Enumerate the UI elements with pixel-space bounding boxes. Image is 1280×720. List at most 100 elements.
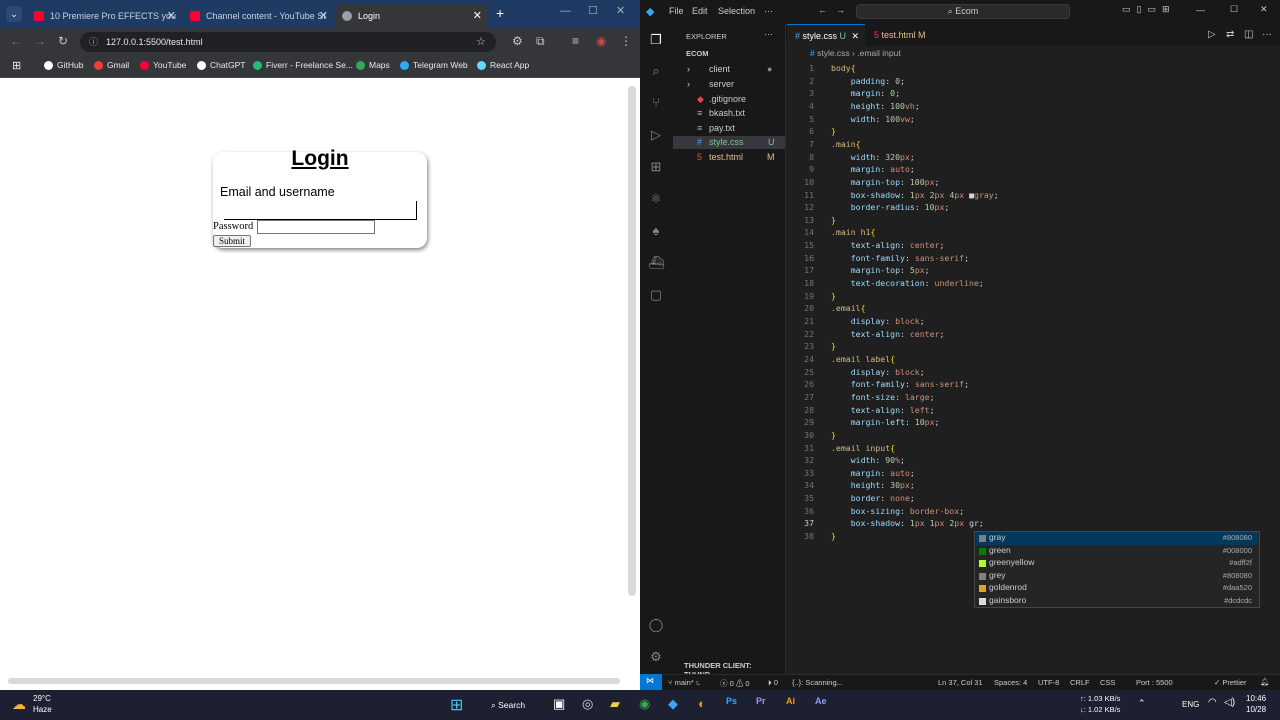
breadcrumb-file[interactable]: style.css: [817, 48, 850, 58]
settings-gear-icon[interactable]: ⚙: [648, 649, 664, 665]
file-explorer-icon[interactable]: ▰: [610, 696, 620, 712]
reload-icon[interactable]: ↻: [58, 34, 68, 48]
file-item[interactable]: › server: [687, 79, 734, 89]
prettier-status[interactable]: ✓ Prettier: [1214, 678, 1247, 687]
bookmark-github[interactable]: GitHub: [44, 60, 83, 70]
browser-tab-active[interactable]: Login ✕: [336, 4, 488, 28]
notifications-icon[interactable]: 🔔︎: [1260, 677, 1270, 686]
bookmark-star-icon[interactable]: ☆: [476, 32, 486, 52]
explorer-icon[interactable]: ❐: [648, 32, 664, 48]
clock-time[interactable]: 10:46: [1246, 694, 1266, 703]
minimize-button[interactable]: —: [1196, 5, 1205, 15]
eol-status[interactable]: CRLF: [1070, 678, 1090, 687]
address-bar[interactable]: ⓘ 127.0.0.1:5500/test.html ☆: [80, 32, 496, 52]
branch-status[interactable]: ⑂ main* ↻: [668, 678, 700, 687]
extensions-icon[interactable]: ⊞: [648, 159, 664, 175]
copilot-icon[interactable]: ◎: [582, 696, 593, 712]
command-center-search[interactable]: ⌕ Ecom: [856, 4, 1070, 19]
file-item-selected[interactable]: # style.css U: [697, 137, 775, 147]
tasks-status[interactable]: ⏵ 0: [768, 678, 778, 688]
close-tab-icon[interactable]: ✕: [319, 9, 328, 22]
language-status[interactable]: CSS: [1100, 678, 1115, 687]
react-icon[interactable]: ⚛: [648, 191, 664, 207]
task-view-icon[interactable]: ▣: [553, 696, 565, 712]
editor-more-icon[interactable]: ···: [1262, 29, 1272, 40]
bookmark-telegram[interactable]: Telegram Web: [400, 60, 468, 70]
photoshop-icon[interactable]: Ps: [726, 696, 737, 706]
indentation-status[interactable]: Spaces: 4: [994, 678, 1027, 687]
bookmark-fiverr[interactable]: Fiverr - Freelance Se...: [253, 60, 353, 70]
wifi-icon[interactable]: ◠: [1208, 697, 1217, 708]
back-icon[interactable]: ←: [10, 34, 22, 48]
close-tab-icon[interactable]: ✕: [473, 9, 482, 22]
suggestion-item[interactable]: gainsboro #dcdcdc: [976, 595, 1258, 608]
layout-icons[interactable]: ▭▯▭⊞: [1122, 4, 1176, 15]
weather-temp[interactable]: 29°C: [33, 694, 51, 703]
editor-tab-active[interactable]: # style.css U ✕: [787, 24, 865, 46]
bookmark-youtube[interactable]: YouTube: [140, 60, 186, 70]
vscode-icon[interactable]: ◆: [668, 696, 678, 712]
file-item[interactable]: ≡ bkash.txt: [697, 108, 745, 118]
editor-tab[interactable]: 5 test.html M: [866, 24, 948, 46]
bookmark-maps[interactable]: Maps: [356, 60, 390, 70]
suggestion-item[interactable]: goldenrod #daa520: [976, 582, 1258, 595]
extensions-icon[interactable]: ⚙: [512, 34, 523, 48]
email-input[interactable]: [224, 201, 417, 220]
forward-icon[interactable]: →: [34, 34, 46, 48]
remote-explorer-icon[interactable]: ▢: [648, 287, 664, 303]
workspace-root[interactable]: ECOM: [686, 49, 709, 58]
blender-icon[interactable]: ◐: [698, 696, 706, 711]
docker-icon[interactable]: ⛴: [648, 255, 665, 271]
illustrator-icon[interactable]: Ai: [786, 696, 795, 706]
clock-date[interactable]: 10/28: [1246, 705, 1266, 714]
suggestion-item[interactable]: greenyellow #adff2f: [976, 557, 1258, 570]
source-control-icon[interactable]: ⑂: [648, 95, 664, 111]
live-server-port[interactable]: Port : 5500: [1136, 678, 1173, 687]
profile-icon[interactable]: ◉: [596, 34, 606, 48]
encoding-status[interactable]: UTF-8: [1038, 678, 1059, 687]
puzzle-icon[interactable]: ⧉: [536, 34, 545, 49]
file-item[interactable]: 5 test.html M: [697, 152, 775, 162]
close-window-button[interactable]: ✕: [1260, 4, 1268, 15]
explorer-more-icon[interactable]: ···: [764, 29, 773, 39]
volume-icon[interactable]: ◁): [1224, 697, 1235, 708]
split-editor-icon[interactable]: ◫: [1244, 29, 1253, 40]
problems-status[interactable]: ⓧ 0 ⚠ 0: [720, 678, 750, 689]
suggestion-item[interactable]: green #008000: [976, 545, 1258, 558]
menu-icon[interactable]: ≡: [572, 34, 579, 48]
menu-more[interactable]: ···: [764, 6, 773, 16]
breadcrumb-symbol[interactable]: .email input: [857, 48, 900, 58]
close-tab-icon[interactable]: ✕: [851, 25, 859, 47]
run-debug-icon[interactable]: ▷: [648, 127, 664, 143]
chrome-icon[interactable]: ◉: [639, 696, 650, 712]
apps-icon[interactable]: ⊞: [12, 59, 21, 72]
menu-file[interactable]: File: [669, 6, 684, 16]
bookmark-gmail[interactable]: Gmail: [94, 60, 129, 70]
after-effects-icon[interactable]: Ae: [815, 696, 827, 706]
maximize-button[interactable]: ☐: [1230, 4, 1238, 15]
suggestion-item[interactable]: gray #808080: [976, 532, 1258, 545]
minimize-button[interactable]: —: [560, 5, 571, 17]
account-icon[interactable]: ◯: [648, 617, 664, 633]
search-icon[interactable]: ⌕: [648, 63, 664, 79]
suggestion-item[interactable]: grey #808080: [976, 570, 1258, 583]
browser-tab[interactable]: 10 Premiere Pro EFFECTS you ✕: [28, 4, 182, 28]
language-indicator[interactable]: ENG: [1182, 700, 1199, 709]
file-item[interactable]: ≡ pay.txt: [697, 123, 735, 133]
premiere-icon[interactable]: Pr: [756, 696, 766, 706]
nav-forward-icon[interactable]: →: [836, 5, 845, 15]
file-item[interactable]: › client ●: [687, 64, 772, 74]
close-tab-icon[interactable]: ✕: [167, 9, 176, 22]
run-icon[interactable]: ▷: [1208, 29, 1216, 40]
bookmark-react-app[interactable]: React App: [477, 60, 529, 70]
mongodb-icon[interactable]: ♠: [648, 223, 664, 239]
horizontal-scrollbar[interactable]: [8, 678, 620, 684]
compare-icon[interactable]: ⇄: [1226, 29, 1234, 40]
site-info-icon[interactable]: ⓘ: [89, 32, 98, 52]
nav-back-icon[interactable]: ←: [818, 5, 827, 15]
vertical-scrollbar[interactable]: [628, 86, 636, 596]
tray-chevron-icon[interactable]: ⌃: [1138, 698, 1146, 709]
file-item[interactable]: ◆ .gitignore: [697, 94, 746, 104]
menu-selection[interactable]: Selection: [718, 6, 755, 16]
tab-search-button[interactable]: ⌄: [6, 6, 22, 22]
